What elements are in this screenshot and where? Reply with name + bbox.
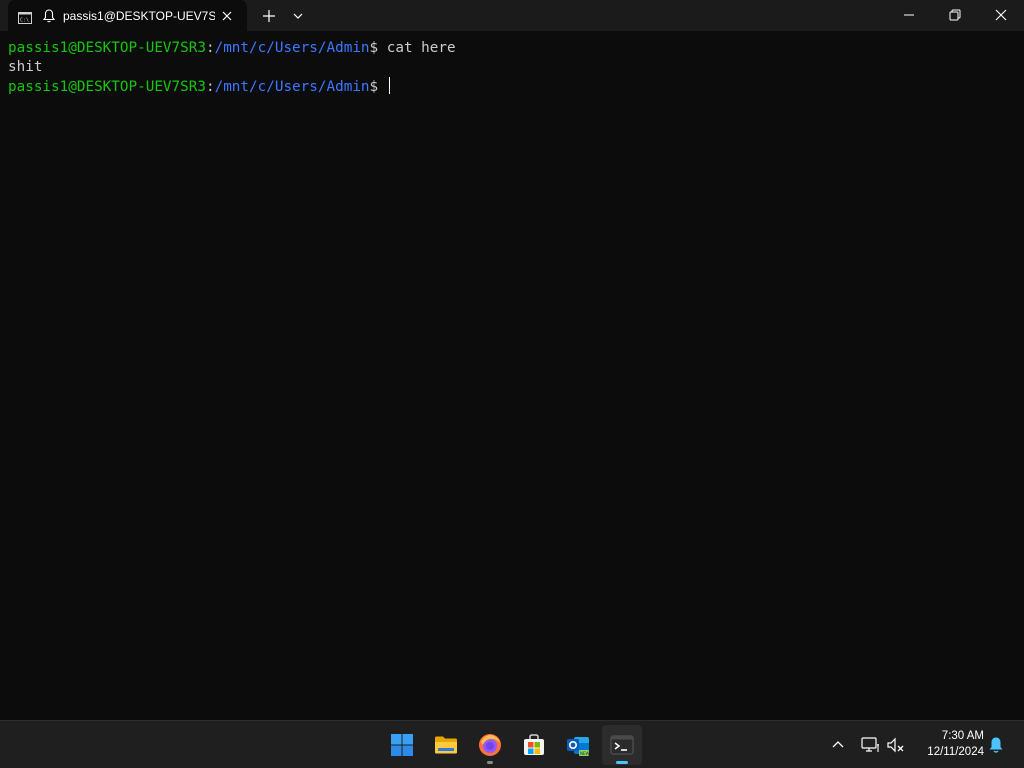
start-button[interactable] (382, 725, 422, 765)
prompt-separator: : (205, 40, 215, 56)
new-tab-button[interactable] (259, 6, 279, 26)
restore-icon (949, 9, 961, 21)
command-output: shit (8, 59, 43, 75)
tab-dropdown-button[interactable] (290, 8, 306, 24)
terminal-line: passis1@DESKTOP-UEV7SR3:/mnt/c/Users/Adm… (8, 77, 391, 96)
taskbar-terminal[interactable] (602, 725, 642, 765)
command-text: cat here (386, 40, 456, 56)
prompt-path: /mnt/c/Users/Admin (214, 79, 370, 95)
tab-title: passis1@DESKTOP-UEV7SR3: /mnt/c/Users/Ad… (63, 9, 215, 23)
outlook-icon: NEW (567, 737, 590, 756)
prompt-separator: : (205, 79, 215, 95)
close-tab-icon[interactable] (220, 8, 234, 22)
svg-text:C:\: C:\ (20, 18, 29, 24)
taskbar-microsoft-store[interactable] (514, 725, 554, 765)
prompt-symbol: $ (369, 40, 387, 56)
restore-button[interactable] (932, 0, 978, 31)
minimize-button[interactable] (886, 0, 932, 31)
clock-time: 7:30 AM (941, 730, 984, 742)
minimize-icon (904, 14, 914, 16)
running-indicator (487, 761, 493, 764)
chevron-down-icon (293, 13, 303, 19)
text-cursor (388, 77, 391, 94)
bell-icon (42, 8, 56, 23)
store-icon (524, 734, 544, 755)
taskbar-file-explorer[interactable] (426, 725, 466, 765)
network-icon[interactable] (860, 736, 880, 754)
title-bar: C:\ passis1@DESKTOP-UEV7SR3: /mnt/c/User… (0, 0, 1024, 31)
chevron-up-icon (832, 741, 844, 748)
tab-terminal[interactable]: C:\ passis1@DESKTOP-UEV7SR3: /mnt/c/User… (8, 0, 247, 31)
close-icon (995, 9, 1007, 21)
taskbar-outlook[interactable]: NEW (558, 725, 598, 765)
clock-date: 12/11/2024 (927, 746, 984, 758)
system-clock[interactable]: 7:30 AM 12/11/2024 (912, 728, 984, 762)
prompt-user-host: passis1@DESKTOP-UEV7SR3 (8, 79, 206, 95)
plus-icon (263, 10, 275, 22)
taskbar-firefox[interactable] (470, 725, 510, 765)
prompt-path: /mnt/c/Users/Admin (214, 40, 370, 56)
active-indicator (616, 761, 628, 764)
notifications-bell-icon[interactable] (987, 736, 1005, 754)
firefox-icon (479, 734, 501, 756)
prompt-user-host: passis1@DESKTOP-UEV7SR3 (8, 40, 206, 56)
close-window-button[interactable] (978, 0, 1024, 31)
prompt-symbol: $ (369, 79, 387, 95)
windows-logo-icon (391, 734, 413, 756)
terminal-area[interactable]: passis1@DESKTOP-UEV7SR3:/mnt/c/Users/Adm… (0, 31, 1024, 720)
show-hidden-icons-button[interactable] (830, 737, 846, 753)
terminal-icon (610, 735, 634, 755)
svg-text:NEW: NEW (580, 751, 590, 756)
terminal-line: passis1@DESKTOP-UEV7SR3:/mnt/c/Users/Adm… (8, 39, 456, 58)
terminal-line: shit (8, 58, 42, 77)
terminal-app-icon: C:\ (18, 9, 32, 24)
folder-icon (435, 736, 457, 754)
volume-muted-icon[interactable] (886, 736, 906, 754)
taskbar: NEW 7:30 AM 12/11/2024 (0, 720, 1024, 768)
